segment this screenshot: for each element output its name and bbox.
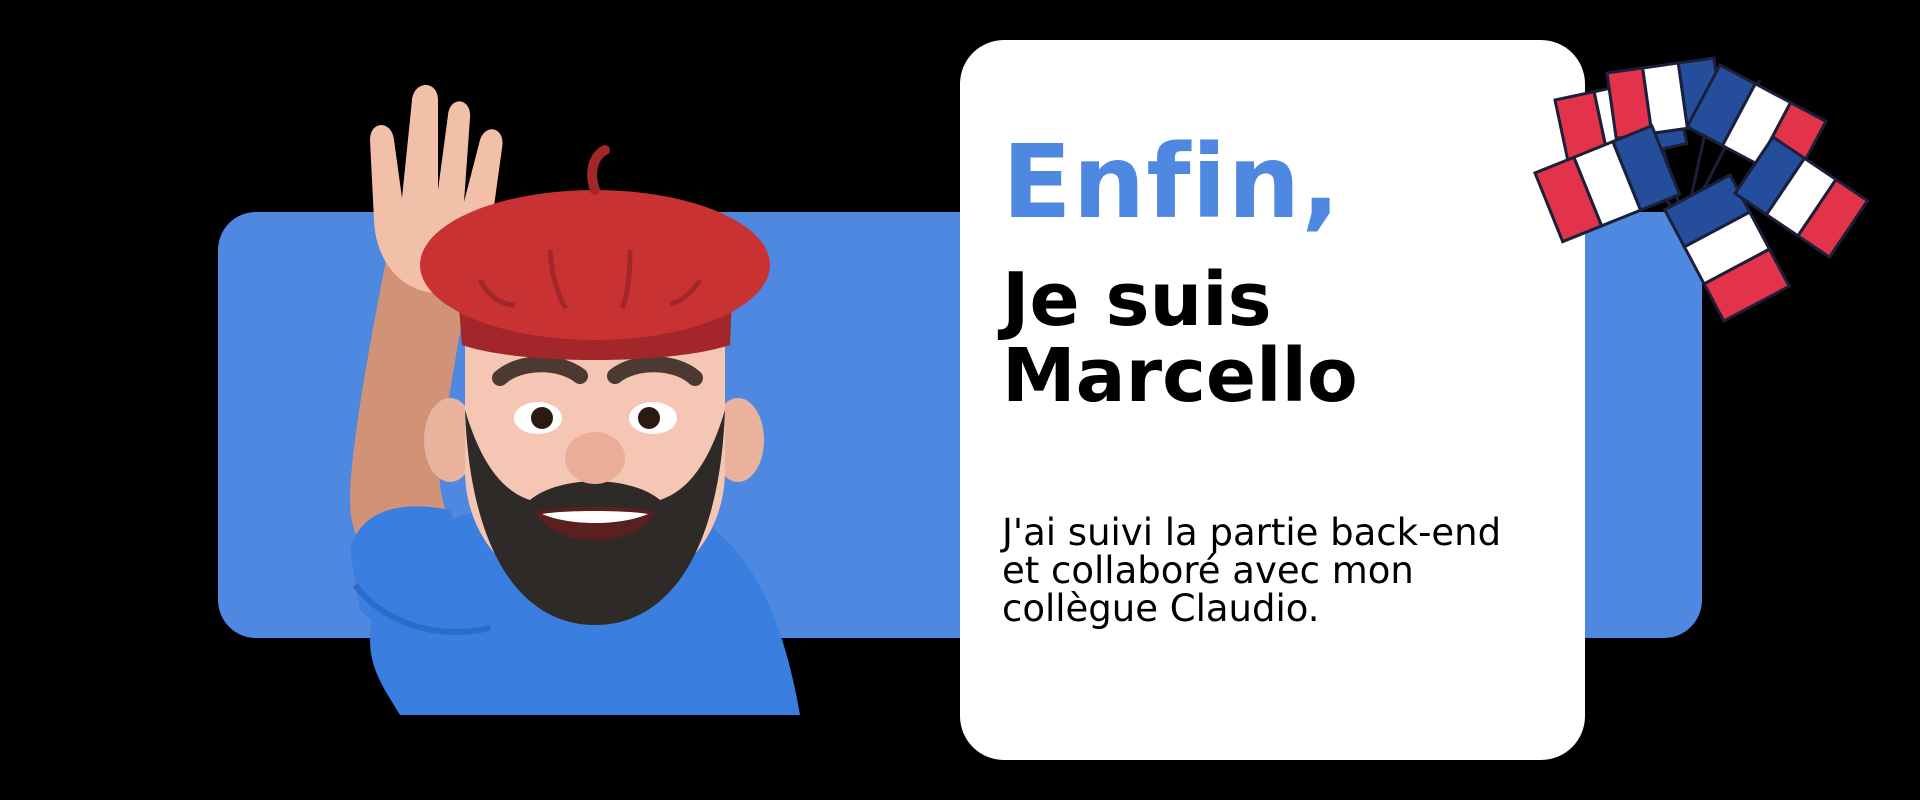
french-flag: [1533, 123, 1682, 244]
right-pupil: [638, 407, 660, 429]
beret: [420, 190, 770, 340]
waving-avatar-illustration: [350, 85, 800, 715]
french-flags-illustration: [1533, 56, 1870, 324]
nose: [565, 432, 625, 484]
intro-accent-heading: Enfin,: [1002, 123, 1341, 242]
intro-bio-text: J'ai suivi la partie back-end et collabo…: [1002, 511, 1502, 630]
left-pupil: [531, 407, 553, 429]
intro-name-heading: Je suis Marcello: [1002, 257, 1358, 419]
beret-stem: [587, 145, 610, 195]
